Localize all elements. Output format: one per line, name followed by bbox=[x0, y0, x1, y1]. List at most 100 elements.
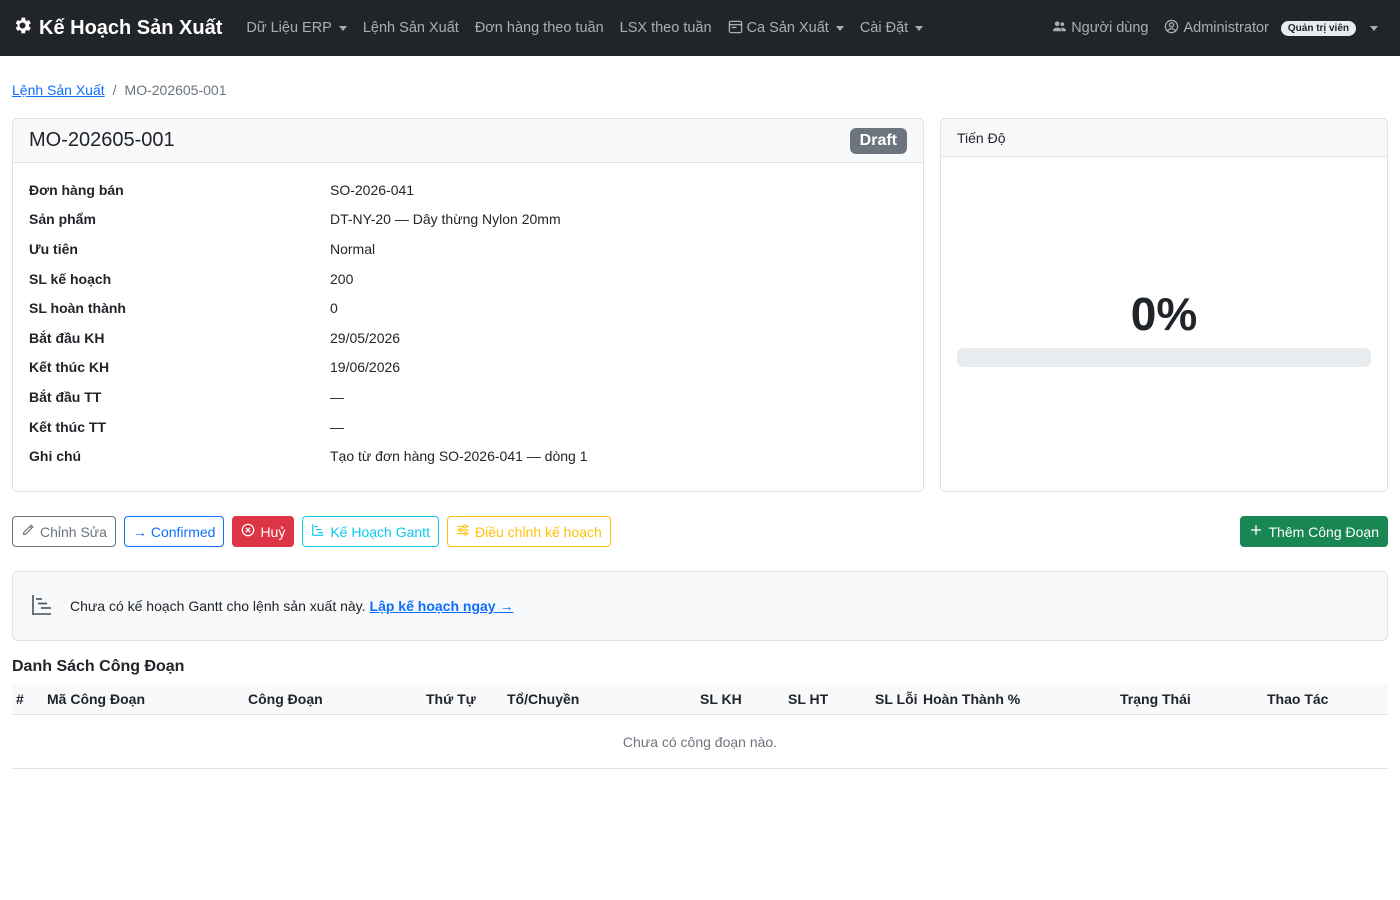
detail-value: 200 bbox=[330, 270, 354, 287]
column-header-stage: Công Đoạn bbox=[248, 691, 323, 707]
cancel-order-button[interactable]: Huỷ bbox=[232, 516, 295, 547]
column-header-actions: Thao Tác bbox=[1267, 691, 1329, 707]
nav-weekly-mo-label: LSX theo tuần bbox=[619, 20, 712, 36]
gantt-plan-button-label: Kế Hoạch Gantt bbox=[330, 523, 430, 540]
chevron-down-icon bbox=[338, 25, 347, 31]
sliders-icon bbox=[456, 523, 470, 540]
gantt-icon bbox=[29, 592, 70, 621]
detail-value: — bbox=[330, 418, 344, 435]
confirm-button[interactable]: → Confirmed bbox=[123, 516, 225, 547]
detail-row-sales-order: Đơn hàng bán SO-2026-041 bbox=[29, 175, 923, 205]
pencil-icon bbox=[21, 523, 35, 540]
detail-value: Normal bbox=[330, 240, 376, 257]
top-navbar: Kế Hoạch Sản Xuất Dữ Liệu ERP Lệnh Sản X… bbox=[0, 0, 1400, 56]
chevron-down-icon bbox=[1370, 25, 1378, 31]
nav-weekly-orders-label: Đơn hàng theo tuần bbox=[474, 20, 604, 36]
column-header-defect-qty: SL Lỗi bbox=[875, 691, 918, 707]
progress-percent: 0% bbox=[1130, 288, 1198, 340]
detail-row-product: Sản phẩm DT-NY-20 — Dây thừng Nylon 20mm bbox=[29, 205, 923, 235]
brand[interactable]: Kế Hoạch Sản Xuất bbox=[12, 15, 222, 42]
nav-erp-data-label: Dữ Liệu ERP bbox=[246, 20, 332, 36]
add-stage-button[interactable]: Thêm Công Đoạn bbox=[1240, 516, 1388, 547]
breadcrumb-parent-link[interactable]: Lệnh Sản Xuất bbox=[12, 82, 105, 98]
column-header-index: # bbox=[16, 691, 24, 707]
gantt-empty-message: Chưa có kế hoạch Gantt cho lệnh sản xuất… bbox=[70, 598, 366, 614]
create-gantt-plan-link[interactable]: Lập kế hoạch ngay → bbox=[370, 598, 514, 614]
calendar-icon bbox=[728, 19, 743, 38]
detail-label: SL kế hoạch bbox=[29, 270, 112, 287]
order-actions: Chỉnh Sửa → Confirmed Huỷ Kế Hoạch Gantt… bbox=[12, 516, 611, 547]
edit-button-label: Chỉnh Sửa bbox=[40, 523, 107, 540]
adjust-plan-button-label: Điều chỉnh kế hoạch bbox=[474, 523, 602, 540]
brand-title: Kế Hoạch Sản Xuất bbox=[39, 16, 223, 39]
nav-weekly-mo[interactable]: LSX theo tuần bbox=[612, 20, 720, 36]
column-header-completion-percent: Hoàn Thành % bbox=[923, 691, 1021, 707]
nav-production-orders[interactable]: Lệnh Sản Xuất bbox=[355, 20, 467, 36]
detail-label: Ghi chú bbox=[29, 448, 82, 465]
chevron-down-icon bbox=[835, 25, 844, 31]
add-stage-button-label: Thêm Công Đoạn bbox=[1268, 523, 1379, 540]
detail-label: Kết thúc TT bbox=[29, 418, 106, 435]
cancel-order-button-label: Huỷ bbox=[260, 523, 286, 540]
edit-button[interactable]: Chỉnh Sửa bbox=[12, 516, 116, 547]
stages-table: # Mã Công Đoạn Công Đoạn Thứ Tự Tổ/Chuyề… bbox=[12, 684, 1388, 769]
adjust-plan-button[interactable]: Điều chỉnh kế hoạch bbox=[446, 516, 611, 547]
nav-weekly-orders[interactable]: Đơn hàng theo tuần bbox=[467, 20, 612, 36]
detail-value: Tạo từ đơn hàng SO-2026-041 — dòng 1 bbox=[330, 448, 588, 465]
confirm-button-label: → Confirmed bbox=[132, 523, 216, 540]
detail-label: SL hoàn thành bbox=[29, 300, 126, 317]
progress-bar bbox=[957, 348, 1371, 367]
chevron-down-icon bbox=[915, 25, 924, 31]
detail-value: — bbox=[330, 388, 344, 405]
nav-erp-data[interactable]: Dữ Liệu ERP bbox=[238, 20, 354, 36]
stages-empty-row: Chưa có công đoạn nào. bbox=[12, 715, 1388, 769]
progress-card-header: Tiến Độ bbox=[941, 119, 1387, 157]
people-icon bbox=[1052, 19, 1067, 38]
column-header-order: Thứ Tự bbox=[426, 691, 476, 707]
detail-row-completed-qty: SL hoàn thành 0 bbox=[29, 293, 923, 323]
nav-users-label: Người dùng bbox=[1071, 20, 1149, 36]
gear-icon bbox=[12, 15, 33, 42]
column-header-stage-code: Mã Công Đoạn bbox=[47, 691, 145, 707]
detail-value: 19/06/2026 bbox=[330, 359, 401, 376]
nav-users[interactable]: Người dùng bbox=[1044, 19, 1156, 38]
nav-production-orders-label: Lệnh Sản Xuất bbox=[362, 20, 459, 36]
plus-icon bbox=[1249, 523, 1263, 540]
column-header-planned-qty: SL KH bbox=[700, 691, 742, 707]
nav-shifts-label: Ca Sản Xuất bbox=[746, 20, 829, 36]
nav-shifts[interactable]: Ca Sản Xuất bbox=[720, 19, 852, 38]
nav-settings[interactable]: Cài Đặt bbox=[852, 20, 931, 36]
column-header-completed-qty: SL HT bbox=[788, 691, 829, 707]
breadcrumb-current: MO-202605-001 bbox=[124, 82, 227, 98]
breadcrumb-separator: / bbox=[112, 82, 117, 98]
column-header-status: Trạng Thái bbox=[1120, 691, 1191, 707]
gantt-plan-button[interactable]: Kế Hoạch Gantt bbox=[302, 516, 439, 547]
nav-settings-label: Cài Đặt bbox=[859, 20, 909, 36]
stages-table-header: # Mã Công Đoạn Công Đoạn Thứ Tự Tổ/Chuyề… bbox=[12, 684, 1388, 715]
stages-section-title: Danh Sách Công Đoạn bbox=[12, 658, 185, 675]
order-detail-card: MO-202605-001 Draft Đơn hàng bán SO-2026… bbox=[12, 118, 924, 492]
account-menu[interactable]: Administrator Quản trị viên bbox=[1156, 19, 1386, 38]
detail-row-notes: Ghi chú Tạo từ đơn hàng SO-2026-041 — dò… bbox=[29, 441, 923, 471]
detail-label: Sản phẩm bbox=[29, 211, 96, 228]
detail-label: Ưu tiên bbox=[29, 240, 78, 257]
detail-value: SO-2026-041 bbox=[330, 181, 415, 198]
detail-value: 29/05/2026 bbox=[330, 329, 401, 346]
status-badge: Draft bbox=[849, 127, 907, 154]
detail-label: Bắt đầu KH bbox=[29, 329, 105, 346]
detail-row-actual-end: Kết thúc TT — bbox=[29, 412, 923, 442]
column-header-team: Tổ/Chuyền bbox=[507, 691, 580, 707]
gantt-icon bbox=[311, 523, 325, 540]
gantt-empty-notice: Chưa có kế hoạch Gantt cho lệnh sản xuất… bbox=[12, 571, 1388, 641]
order-detail-header: MO-202605-001 Draft bbox=[13, 119, 923, 163]
detail-label: Bắt đầu TT bbox=[29, 388, 102, 405]
detail-row-planned-qty: SL kế hoạch 200 bbox=[29, 264, 923, 294]
detail-value: 0 bbox=[330, 300, 338, 317]
detail-row-actual-start: Bắt đầu TT — bbox=[29, 382, 923, 412]
progress-card: Tiến Độ 0% bbox=[940, 118, 1388, 492]
detail-row-planned-start: Bắt đầu KH 29/05/2026 bbox=[29, 323, 923, 353]
detail-row-priority: Ưu tiên Normal bbox=[29, 234, 923, 264]
x-circle-icon bbox=[241, 523, 255, 540]
order-detail-list: Đơn hàng bán SO-2026-041 Sản phẩm DT-NY-… bbox=[13, 175, 923, 471]
user-circle-icon bbox=[1164, 19, 1179, 38]
